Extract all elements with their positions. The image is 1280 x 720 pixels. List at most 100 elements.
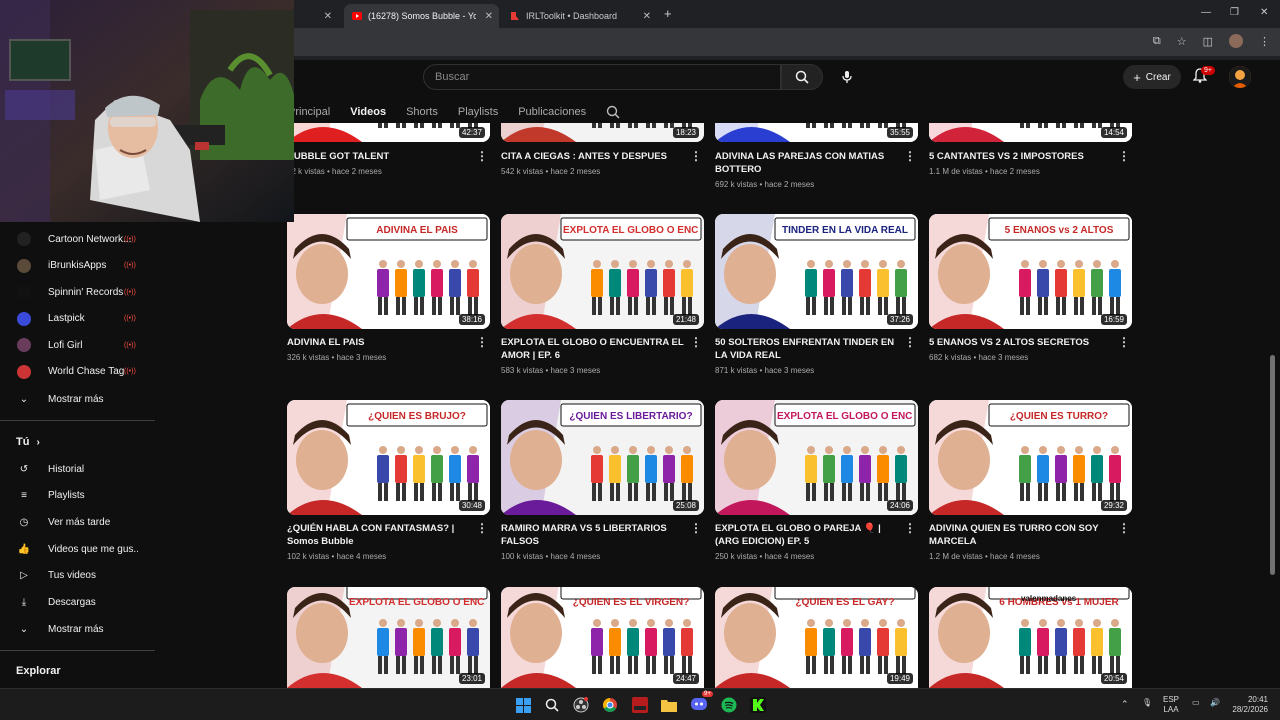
- video-duration: 16:59: [1100, 314, 1127, 325]
- you-item[interactable]: ↺ Historial: [0, 458, 155, 480]
- video-thumbnail[interactable]: ¿QUIEN ES LIBERTARIO? 25:08: [501, 400, 704, 515]
- restore-icon[interactable]: ❐: [1230, 7, 1239, 18]
- subscription-item[interactable]: Lofi Girl ((•)): [0, 334, 155, 356]
- taskbar-search-icon[interactable]: [543, 696, 561, 714]
- obs-icon[interactable]: [572, 696, 590, 714]
- profile-icon[interactable]: [1229, 34, 1243, 48]
- chrome-icon[interactable]: [601, 696, 619, 714]
- video-metadata: 102 k vistas • hace 4 meses: [287, 552, 387, 561]
- file-explorer-icon[interactable]: [660, 696, 678, 714]
- kick-icon[interactable]: [749, 696, 767, 714]
- keyboard-language[interactable]: ESP LAA: [1163, 695, 1179, 715]
- video-title[interactable]: EXPLOTA EL GLOBO O ENCUENTRA EL AMOR | E…: [501, 336, 686, 362]
- you-item[interactable]: ⤓ Descargas: [0, 592, 155, 614]
- your-videos-icon: ▷: [20, 570, 28, 582]
- video-title[interactable]: EXPLOTA EL GLOBO O PAREJA 🎈 | (ARG EDICI…: [715, 522, 900, 548]
- you-section-header[interactable]: Tú ›: [16, 436, 40, 448]
- video-thumbnail[interactable]: 42:37: [287, 123, 490, 142]
- network-icon[interactable]: ▭: [1192, 698, 1200, 708]
- video-title[interactable]: BUBBLE GOT TALENT: [287, 150, 472, 163]
- close-window-icon[interactable]: ✕: [1260, 7, 1268, 18]
- cast-icon[interactable]: ⧉: [1153, 35, 1161, 48]
- video-thumbnail[interactable]: EXPLOTA EL GLOBO O ENCUENTRA EL AMOR 24:0…: [715, 400, 918, 515]
- video-more-icon[interactable]: ⋮: [690, 335, 702, 349]
- subscription-item[interactable]: Spinnin' Records ((•)): [0, 281, 155, 303]
- clock[interactable]: 20:41 28/2/2026: [1228, 695, 1268, 715]
- subscription-item[interactable]: iBrunkisApps ((•)): [0, 255, 155, 277]
- subscription-item[interactable]: Lastpick ((•)): [0, 308, 155, 330]
- tray-chevron-up-icon[interactable]: ⌃: [1121, 699, 1129, 709]
- account-avatar[interactable]: [1229, 66, 1251, 88]
- video-thumbnail[interactable]: 18:23: [501, 123, 704, 142]
- video-metadata: 542 k vistas • hace 2 meses: [501, 167, 601, 176]
- video-duration: 24:06: [886, 500, 913, 511]
- minimize-icon[interactable]: —: [1201, 7, 1211, 18]
- video-title[interactable]: 50 SOLTEROS ENFRENTAN TINDER EN LA VIDA …: [715, 336, 900, 362]
- live-indicator-icon: ((•)): [124, 262, 136, 269]
- video-more-icon[interactable]: ⋮: [690, 149, 702, 163]
- video-thumbnail[interactable]: ¿QUIEN ES EL VIRGEN? 24:47: [501, 587, 704, 688]
- divider: [0, 420, 155, 421]
- subscription-item[interactable]: World Chase Tag ((•)): [0, 361, 155, 383]
- you-item[interactable]: ◷ Ver más tarde: [0, 511, 155, 533]
- video-thumbnail[interactable]: ¿QUIEN ES BRUJO? 30:48: [287, 400, 490, 515]
- you-item[interactable]: ≡ Playlists: [0, 485, 155, 507]
- thumbnail-banner-text: ¿QUIEN ES BRUJO?: [368, 411, 466, 422]
- video-title[interactable]: 5 CANTANTES VS 2 IMPOSTORES: [929, 150, 1114, 163]
- video-thumbnail[interactable]: 5 ENANOS vs 2 ALTOS 16:59: [929, 214, 1132, 329]
- video-metadata: 1.2 M de vistas • hace 4 meses: [929, 552, 1040, 561]
- video-more-icon[interactable]: ⋮: [476, 521, 488, 535]
- channel-avatar: [17, 232, 31, 246]
- thumbnail-banner-text: ¿QUIEN ES EL GAY?: [795, 597, 895, 608]
- video-title[interactable]: 5 ENANOS VS 2 ALTOS SECRETOS: [929, 336, 1114, 349]
- video-title[interactable]: ¿QUIÉN HABLA CON FANTASMAS? | Somos Bubb…: [287, 522, 472, 548]
- video-thumbnail[interactable]: EXPLOTA EL GLOBO O ENCUENTRA EL AMOR 23:0…: [287, 587, 490, 688]
- extensions-icon[interactable]: ◫: [1203, 35, 1213, 48]
- video-title[interactable]: ADIVINA LAS PAREJAS CON MATIAS BOTTERO: [715, 150, 900, 176]
- app-icon[interactable]: [631, 696, 649, 714]
- video-more-icon[interactable]: ⋮: [1118, 521, 1130, 535]
- show-more-subscriptions[interactable]: ⌄ Mostrar más: [0, 388, 155, 410]
- you-item[interactable]: ▷ Tus videos: [0, 565, 155, 587]
- video-thumbnail[interactable]: TINDER EN LA VIDA REAL 37:26: [715, 214, 918, 329]
- you-item[interactable]: 👍 Videos que me gus...: [0, 538, 155, 560]
- windows-taskbar: 9+ ⌃ 🎙 ESP LAA ▭ 🔊 20:41 28/2/2026: [0, 688, 1280, 720]
- video-duration: 25:08: [672, 500, 699, 511]
- thumbnail-banner-text: EXPLOTA EL GLOBO O ENCUENTRA EL AMOR: [349, 597, 485, 608]
- video-more-icon[interactable]: ⋮: [904, 521, 916, 535]
- video-title[interactable]: RAMIRO MARRA VS 5 LIBERTARIOS FALSOS: [501, 522, 686, 548]
- video-title[interactable]: ADIVINA QUIEN ES TURRO CON SOY MARCELA: [929, 522, 1114, 548]
- show-more-you[interactable]: ⌄ Mostrar más: [0, 618, 155, 640]
- video-title[interactable]: ADIVINA EL PAIS: [287, 336, 472, 349]
- subscription-item[interactable]: Cartoon Network... ((•)): [0, 228, 155, 250]
- video-metadata: 1.1 M de vistas • hace 2 meses: [929, 167, 1040, 176]
- video-more-icon[interactable]: ⋮: [904, 149, 916, 163]
- video-thumbnail[interactable]: 6 HOMBRES vs 1 MUJER valenmadanes 20:54: [929, 587, 1132, 688]
- tray-microphone-icon[interactable]: 🎙: [1142, 698, 1152, 708]
- video-more-icon[interactable]: ⋮: [690, 521, 702, 535]
- video-more-icon[interactable]: ⋮: [476, 335, 488, 349]
- like-icon: 👍: [17, 543, 31, 555]
- video-more-icon[interactable]: ⋮: [476, 149, 488, 163]
- video-thumbnail[interactable]: 14:54: [929, 123, 1132, 142]
- bookmark-star-icon[interactable]: ☆: [1177, 35, 1187, 48]
- video-title[interactable]: CITA A CIEGAS : ANTES Y DESPUES: [501, 150, 686, 163]
- video-thumbnail[interactable]: EXPLOTA EL GLOBO O ENCUENTRA EL AMOR 21:4…: [501, 214, 704, 329]
- video-thumbnail[interactable]: ADIVINA EL PAIS 38:16: [287, 214, 490, 329]
- discord-icon[interactable]: [690, 696, 708, 714]
- video-more-icon[interactable]: ⋮: [1118, 149, 1130, 163]
- video-more-icon[interactable]: ⋮: [1118, 335, 1130, 349]
- windows-start-icon[interactable]: [514, 696, 532, 714]
- video-more-icon[interactable]: ⋮: [904, 335, 916, 349]
- history-icon: ↺: [19, 463, 29, 475]
- scrollbar[interactable]: [1270, 355, 1275, 575]
- video-thumbnail[interactable]: 35:55: [715, 123, 918, 142]
- spotify-icon[interactable]: [720, 696, 738, 714]
- volume-icon[interactable]: 🔊: [1210, 698, 1220, 708]
- video-thumbnail[interactable]: ¿QUIEN ES TURRO? 29:32: [929, 400, 1132, 515]
- video-thumbnail[interactable]: ¿QUIEN ES EL GAY? 19:49: [715, 587, 918, 688]
- thumbnail-banner-text: EXPLOTA EL GLOBO O ENCUENTRA EL AMOR: [563, 225, 699, 236]
- more-menu-icon[interactable]: ⋮: [1259, 35, 1270, 48]
- notifications-badge: 9+: [1201, 66, 1215, 75]
- live-indicator-icon: ((•)): [124, 235, 136, 243]
